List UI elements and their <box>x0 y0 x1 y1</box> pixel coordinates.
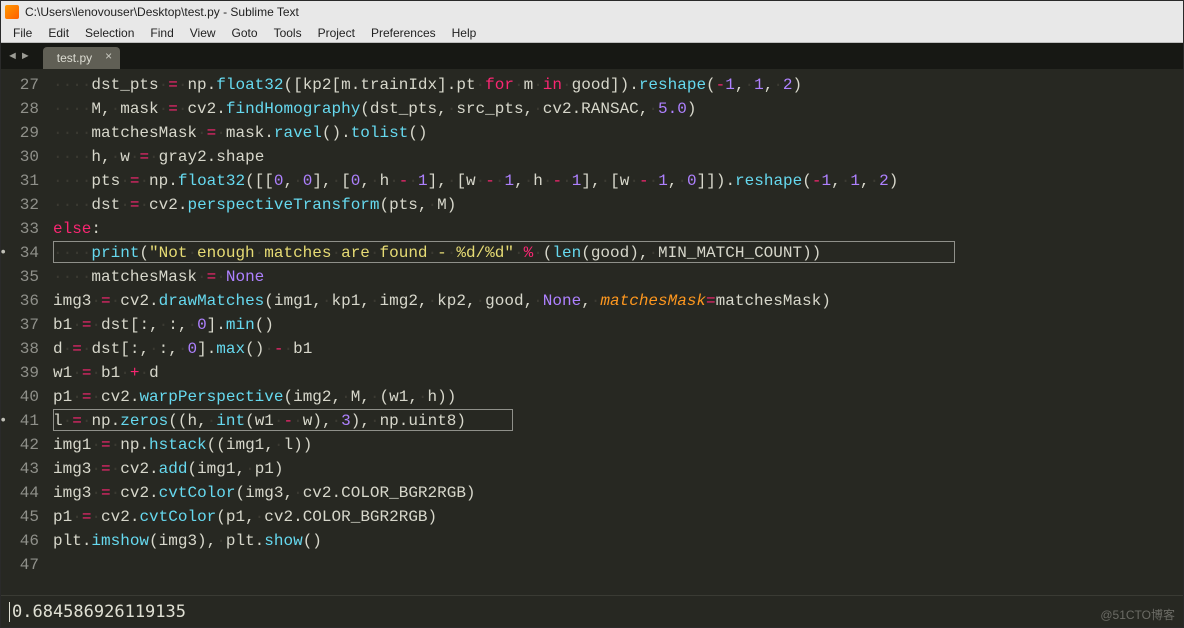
close-icon[interactable]: × <box>105 49 112 63</box>
line-number: 35 <box>1 265 39 289</box>
code-line[interactable]: ····h,·w·=·gray2.shape <box>47 145 1183 169</box>
line-number: 38 <box>1 337 39 361</box>
watermark: @51CTO博客 <box>1100 606 1175 623</box>
code-area[interactable]: ····dst_pts·=·np.float32([kp2[m.trainIdx… <box>47 69 1183 595</box>
tab-label: test.py <box>57 51 92 65</box>
code-line[interactable]: l·=·np.zeros((h,·int(w1·-·w),·3),·np.uin… <box>47 409 1183 433</box>
menu-item-file[interactable]: File <box>5 24 40 42</box>
tab-forward-icon[interactable]: ► <box>20 50 31 62</box>
tab-back-icon[interactable]: ◄ <box>7 50 18 62</box>
code-line[interactable]: b1·=·dst[:,·:,·0].min() <box>47 313 1183 337</box>
editor: 2728293031323334353637383940414243444546… <box>1 69 1183 595</box>
code-line[interactable]: d·=·dst[:,·:,·0].max()·-·b1 <box>47 337 1183 361</box>
menu-item-goto[interactable]: Goto <box>224 24 266 42</box>
menu-item-view[interactable]: View <box>182 24 224 42</box>
titlebar[interactable]: C:\Users\lenovouser\Desktop\test.py - Su… <box>1 1 1183 23</box>
code-line[interactable]: plt.imshow(img3),·plt.show() <box>47 529 1183 553</box>
code-line[interactable]: img3·=·cv2.add(img1,·p1) <box>47 457 1183 481</box>
line-number: 28 <box>1 97 39 121</box>
sublime-window: C:\Users\lenovouser\Desktop\test.py - Su… <box>0 0 1184 628</box>
menu-item-tools[interactable]: Tools <box>266 24 310 42</box>
tab-active[interactable]: test.py × <box>43 47 120 69</box>
app-icon <box>5 5 19 19</box>
code-line[interactable]: img3·=·cv2.drawMatches(img1,·kp1,·img2,·… <box>47 289 1183 313</box>
menu-item-project[interactable]: Project <box>310 24 363 42</box>
code-line[interactable]: ····print("Not·enough·matches·are·found·… <box>47 241 1183 265</box>
line-number: 47 <box>1 553 39 577</box>
code-line[interactable]: p1·=·cv2.cvtColor(p1,·cv2.COLOR_BGR2RGB) <box>47 505 1183 529</box>
line-number: 30 <box>1 145 39 169</box>
menu-item-edit[interactable]: Edit <box>40 24 77 42</box>
line-number: 40 <box>1 385 39 409</box>
code-line[interactable]: ····dst·=·cv2.perspectiveTransform(pts,·… <box>47 193 1183 217</box>
line-number: 34 <box>1 241 39 265</box>
line-number: 43 <box>1 457 39 481</box>
line-number: 33 <box>1 217 39 241</box>
caret <box>9 602 10 622</box>
line-number: 29 <box>1 121 39 145</box>
line-number: 41 <box>1 409 39 433</box>
line-number: 37 <box>1 313 39 337</box>
menu-item-selection[interactable]: Selection <box>77 24 142 42</box>
code-line[interactable]: p1·=·cv2.warpPerspective(img2,·M,·(w1,·h… <box>47 385 1183 409</box>
line-number: 31 <box>1 169 39 193</box>
line-number: 45 <box>1 505 39 529</box>
code-line[interactable]: img3·=·cv2.cvtColor(img3,·cv2.COLOR_BGR2… <box>47 481 1183 505</box>
menu-item-preferences[interactable]: Preferences <box>363 24 444 42</box>
status-bar: 0.684586926119135 @51CTO博客 <box>1 595 1183 627</box>
tab-history-nav: ◄ ► <box>1 43 37 69</box>
code-line[interactable]: else: <box>47 217 1183 241</box>
menu-item-help[interactable]: Help <box>444 24 485 42</box>
code-line[interactable]: img1·=·np.hstack((img1,·l)) <box>47 433 1183 457</box>
tab-bar: ◄ ► test.py × <box>1 43 1183 69</box>
line-number: 39 <box>1 361 39 385</box>
window-title: C:\Users\lenovouser\Desktop\test.py - Su… <box>25 5 299 19</box>
line-number: 46 <box>1 529 39 553</box>
status-value: 0.684586926119135 <box>12 602 186 622</box>
line-number: 44 <box>1 481 39 505</box>
code-line[interactable]: ····dst_pts·=·np.float32([kp2[m.trainIdx… <box>47 73 1183 97</box>
line-number: 42 <box>1 433 39 457</box>
menubar: FileEditSelectionFindViewGotoToolsProjec… <box>1 23 1183 43</box>
line-number: 27 <box>1 73 39 97</box>
code-line[interactable]: ····matchesMask·=·None <box>47 265 1183 289</box>
line-number: 36 <box>1 289 39 313</box>
code-line[interactable]: ····matchesMask·=·mask.ravel().tolist() <box>47 121 1183 145</box>
line-number: 32 <box>1 193 39 217</box>
menu-item-find[interactable]: Find <box>142 24 181 42</box>
code-line[interactable] <box>47 553 1183 577</box>
code-line[interactable]: ····M,·mask·=·cv2.findHomography(dst_pts… <box>47 97 1183 121</box>
gutter: 2728293031323334353637383940414243444546… <box>1 69 47 595</box>
code-line[interactable]: w1·=·b1·+·d <box>47 361 1183 385</box>
code-line[interactable]: ····pts·=·np.float32([[0,·0],·[0,·h·-·1]… <box>47 169 1183 193</box>
